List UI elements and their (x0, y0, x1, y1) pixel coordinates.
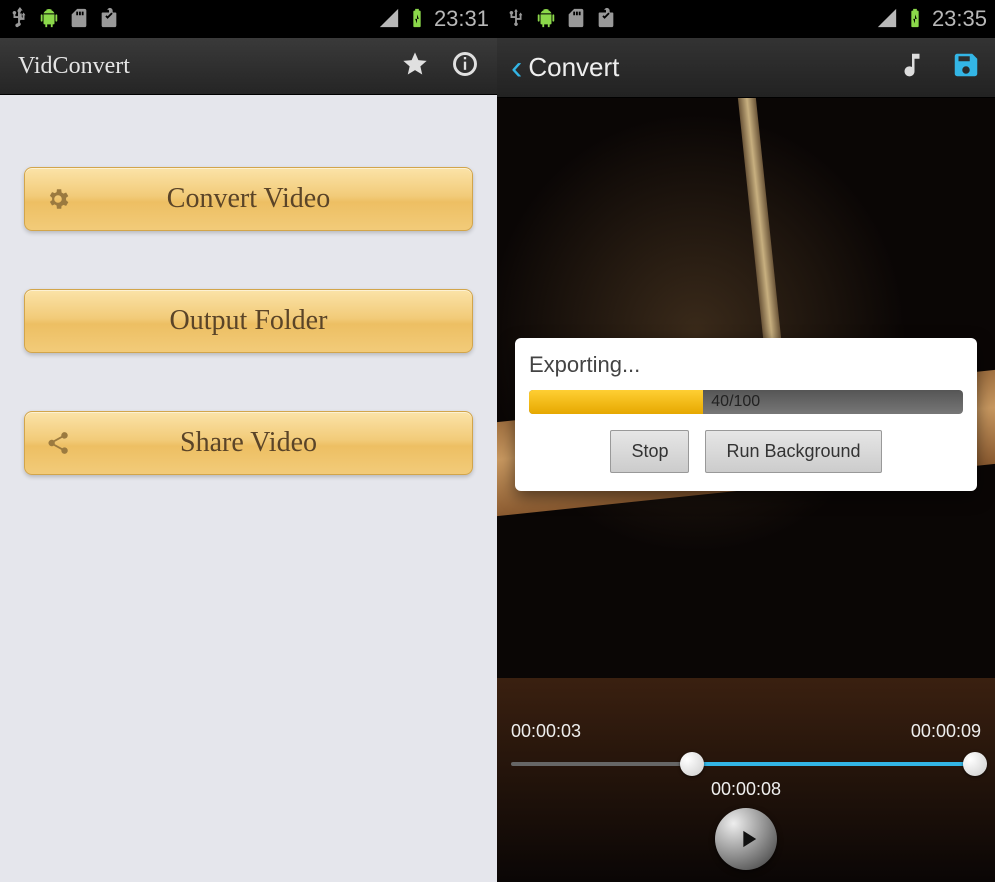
app-bar: ‹ Convert (497, 38, 995, 98)
android-icon (38, 7, 60, 32)
shopping-icon (595, 7, 617, 32)
shopping-icon (98, 7, 120, 32)
stop-button[interactable]: Stop (610, 430, 689, 473)
button-label: Output Folder (170, 305, 328, 337)
status-time: 23:31 (434, 6, 489, 32)
export-dialog: Exporting... 40/100 Stop Run Background (515, 338, 977, 491)
share-video-button[interactable]: Share Video (24, 411, 473, 475)
app-bar: VidConvert (0, 38, 497, 95)
output-folder-button[interactable]: Output Folder (24, 289, 473, 353)
time-row: 00:00:03 00:00:09 (497, 721, 995, 742)
time-end: 00:00:09 (911, 721, 981, 742)
button-label: Share Video (180, 427, 317, 459)
screen-convert: 23:35 ‹ Convert Exporting... 40/100 Stop… (497, 0, 995, 882)
chevron-left-icon: ‹ (511, 51, 522, 85)
back-button[interactable]: ‹ Convert (511, 51, 619, 85)
signal-icon (378, 7, 400, 32)
app-title: VidConvert (18, 53, 130, 80)
music-icon[interactable] (897, 50, 927, 85)
save-icon[interactable] (951, 50, 981, 85)
sd-card-icon (565, 7, 587, 32)
progress-text: 40/100 (711, 393, 760, 411)
play-button[interactable] (715, 808, 777, 870)
play-icon (734, 825, 762, 853)
button-label: Convert Video (167, 183, 330, 215)
video-editor: Exporting... 40/100 Stop Run Background … (497, 98, 995, 882)
status-bar: 23:31 (0, 0, 497, 38)
info-icon[interactable] (451, 50, 479, 83)
duration-label: 00:00:08 (497, 779, 995, 800)
status-bar: 23:35 (497, 0, 995, 38)
status-time: 23:35 (932, 6, 987, 32)
seek-handle-end[interactable] (963, 752, 987, 776)
usb-icon (505, 7, 527, 32)
seek-bar[interactable] (511, 762, 981, 766)
sd-card-icon (68, 7, 90, 32)
export-title: Exporting... (529, 352, 963, 378)
battery-charging-icon (406, 7, 428, 32)
run-background-button[interactable]: Run Background (705, 430, 881, 473)
favorite-icon[interactable] (401, 50, 429, 83)
main-menu: Convert Video Output Folder Share Video (0, 95, 497, 882)
usb-icon (8, 7, 30, 32)
gear-icon (45, 186, 71, 212)
progress-bar: 40/100 (529, 390, 963, 414)
seek-handle-start[interactable] (680, 752, 704, 776)
signal-icon (876, 7, 898, 32)
time-current: 00:00:03 (511, 721, 581, 742)
android-icon (535, 7, 557, 32)
battery-charging-icon (904, 7, 926, 32)
page-title: Convert (528, 52, 619, 83)
share-icon (45, 430, 71, 456)
screen-home: 23:31 VidConvert Convert Video Output Fo… (0, 0, 497, 882)
convert-video-button[interactable]: Convert Video (24, 167, 473, 231)
progress-fill (529, 390, 703, 414)
